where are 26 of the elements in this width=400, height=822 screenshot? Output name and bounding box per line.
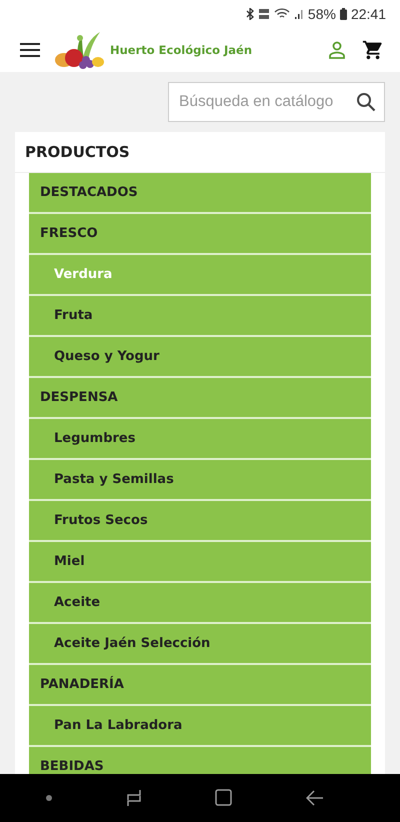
recent-apps-icon[interactable] [124, 789, 143, 807]
battery-icon [340, 8, 347, 20]
category-item[interactable]: BEBIDAS [29, 747, 371, 774]
dot-icon[interactable] [46, 795, 52, 801]
category-item[interactable]: DESPENSA [29, 378, 371, 419]
subcategory-item[interactable]: Aceite Jaén Selección [29, 624, 371, 665]
category-item[interactable]: FRESCO [29, 214, 371, 255]
subcategory-item[interactable]: Frutos Secos [29, 501, 371, 542]
subcategory-item[interactable]: Miel [29, 542, 371, 583]
subcategory-item[interactable]: Pan La Labradora [29, 706, 371, 747]
subcategory-item[interactable]: Fruta [29, 296, 371, 337]
back-icon[interactable] [306, 789, 324, 807]
search-field[interactable]: Búsqueda en catálogo [168, 82, 385, 122]
bluetooth-icon [246, 8, 254, 20]
subcategory-item[interactable]: Queso y Yogur [29, 337, 371, 378]
logo-text: Huerto Ecológico Jaén [110, 43, 252, 57]
battery-percent: 58% [308, 6, 336, 22]
home-icon[interactable] [215, 789, 234, 807]
subcategory-item[interactable]: Pasta y Semillas [29, 460, 371, 501]
search-icon [356, 92, 376, 112]
subcategory-item[interactable]: Aceite [29, 583, 371, 624]
clock-time: 22:41 [350, 6, 386, 22]
subcategory-item[interactable]: Legumbres [29, 419, 371, 460]
category-item[interactable]: DESTACADOS [29, 173, 371, 214]
wifi-icon [274, 8, 290, 20]
category-item[interactable]: PANADERÍA [29, 665, 371, 706]
